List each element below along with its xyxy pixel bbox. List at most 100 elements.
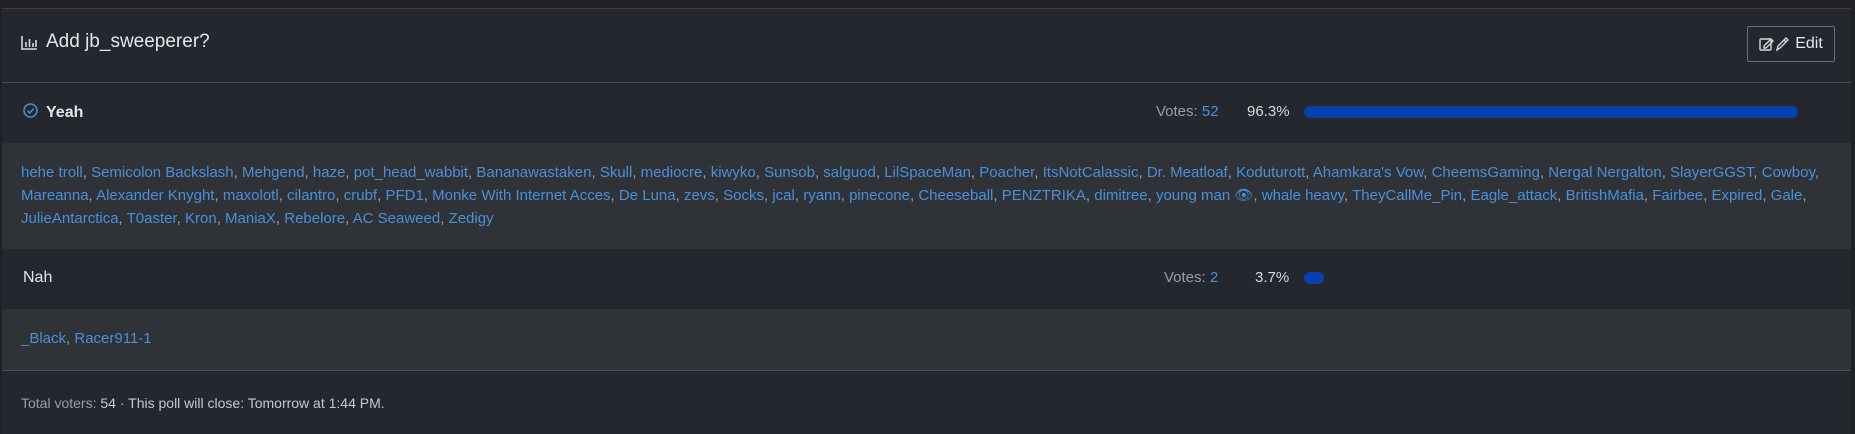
voter-link[interactable]: crubf — [344, 187, 377, 204]
voter-link[interactable]: LilSpaceMan — [884, 164, 971, 181]
voter-separator: , — [304, 164, 313, 181]
voter-link[interactable]: BritishMafia — [1566, 187, 1644, 204]
voter-link[interactable]: Sunsob — [764, 164, 815, 181]
voter-separator: , — [1557, 187, 1566, 204]
voter-separator: , — [275, 210, 285, 227]
voter-separator: , — [1762, 187, 1771, 204]
voter-separator: , — [1253, 187, 1262, 204]
voter-separator: , — [1661, 164, 1671, 181]
voter-separator: , — [233, 164, 242, 181]
voter-link[interactable]: Monke With Internet Acces — [432, 187, 610, 204]
voter-link[interactable]: maxolotl — [223, 187, 279, 204]
voter-separator: , — [1305, 164, 1313, 181]
voter-link[interactable]: Cheeseball — [918, 187, 993, 204]
poll-footer-text: Total voters: 54 · This poll will close:… — [21, 395, 385, 411]
voter-link[interactable]: mediocre — [641, 164, 703, 181]
option-percent: 3.7% — [1255, 269, 1290, 286]
voter-link[interactable]: Racer911-1 — [74, 330, 151, 347]
voter-link[interactable]: zevs — [684, 187, 715, 204]
poll-close-text: This poll will close: Tomorrow at 1:44 P… — [128, 395, 385, 411]
voter-link[interactable]: Ahamkara's Vow — [1313, 164, 1423, 181]
voter-link[interactable]: T0aster — [127, 210, 177, 227]
voter-link[interactable]: JulieAntarctica — [21, 210, 119, 227]
vote-progress-bar — [1304, 272, 1817, 284]
poll-container: Add jb_sweeperer? Edit Yeah Votes: 52 96… — [2, 8, 1851, 434]
voter-link[interactable]: Mehgend — [242, 164, 305, 181]
voter-link[interactable]: jcal — [772, 187, 795, 204]
voter-separator: , — [591, 164, 600, 181]
voter-link[interactable]: Cowboy — [1762, 164, 1815, 181]
poll-option-yeah[interactable]: Yeah Votes: 52 96.3% — [2, 83, 1851, 143]
footer-separator: · — [115, 395, 129, 411]
edit-button[interactable]: Edit — [1747, 26, 1835, 62]
voter-link[interactable]: haze — [313, 164, 346, 181]
voter-separator: , — [794, 187, 804, 204]
voter-link[interactable]: Kron — [185, 210, 217, 227]
voter-link[interactable]: SlayerGGST — [1670, 164, 1753, 181]
voter-link[interactable]: Alexander Knyght — [96, 187, 214, 204]
voter-link[interactable]: Eagle_attack — [1470, 187, 1557, 204]
voter-link[interactable]: Zedigy — [449, 210, 494, 227]
voter-link[interactable]: dimitree — [1094, 187, 1147, 204]
voter-link[interactable]: ryann — [803, 187, 841, 204]
poll-title-text: Add jb_sweeperer? — [46, 31, 210, 52]
option-label: Nah — [23, 269, 52, 287]
voter-link[interactable]: CheemsGaming — [1432, 164, 1540, 181]
voter-separator: , — [216, 210, 226, 227]
voter-separator: , — [675, 187, 684, 204]
voter-link[interactable]: Nergal Nergalton — [1548, 164, 1661, 181]
voter-link[interactable]: Gale — [1771, 187, 1803, 204]
option-percent: 96.3% — [1247, 103, 1290, 120]
vote-progress-bar — [1304, 106, 1817, 118]
votes-count[interactable]: 2 — [1210, 269, 1218, 286]
voter-link[interactable]: Socks — [723, 187, 764, 204]
option-label: Yeah — [23, 103, 83, 123]
voter-link[interactable]: kiwyko — [711, 164, 756, 181]
voter-link[interactable]: Fairbee — [1652, 187, 1703, 204]
voter-link[interactable]: Poacher — [979, 164, 1034, 181]
voter-link[interactable]: PFD1 — [385, 187, 423, 204]
voter-link[interactable]: Skull — [600, 164, 633, 181]
voter-separator: , — [1227, 164, 1237, 181]
voter-link[interactable]: whale heavy — [1262, 187, 1344, 204]
voter-link[interactable]: De Luna — [619, 187, 676, 204]
voter-separator: , — [1034, 164, 1043, 181]
check-circle-icon — [23, 103, 38, 123]
voter-link[interactable]: Dr. Meatloaf — [1147, 164, 1228, 181]
edit-icon — [1759, 36, 1790, 52]
voter-link[interactable]: ManiaX — [225, 210, 276, 227]
voter-link[interactable]: salguod — [823, 164, 876, 181]
voter-link[interactable]: PENZTRIKA — [1002, 187, 1086, 204]
voter-separator: , — [1344, 187, 1353, 204]
voter-link[interactable]: Semicolon Backslash — [91, 164, 234, 181]
voter-separator: , — [1643, 187, 1653, 204]
voter-link[interactable]: Mareanna — [21, 187, 89, 204]
voter-link[interactable]: _Black — [21, 330, 66, 347]
voter-link[interactable]: pinecone — [849, 187, 910, 204]
voter-separator: , — [1085, 187, 1095, 204]
voter-separator: , — [714, 187, 724, 204]
voter-link[interactable]: Expired — [1711, 187, 1762, 204]
votes-label: Votes: — [1164, 269, 1206, 286]
voter-separator: , — [1802, 187, 1807, 204]
votes-count[interactable]: 52 — [1202, 103, 1219, 120]
poll-footer: Total voters: 54 · This poll will close:… — [2, 370, 1851, 433]
voter-separator: , — [88, 187, 97, 204]
voter-separator: , — [1423, 164, 1432, 181]
voter-link[interactable]: Bananawastaken — [476, 164, 591, 181]
voter-link[interactable]: pot_head_wabbit — [354, 164, 468, 181]
voter-link[interactable]: ItsNotCalassic — [1043, 164, 1139, 181]
voter-link[interactable]: Rebelore — [284, 210, 345, 227]
edit-button-label: Edit — [1795, 35, 1823, 52]
voter-link[interactable]: Koduturott — [1236, 164, 1305, 181]
votes-label: Votes: — [1156, 103, 1198, 120]
voters-list-nah: _Black, Racer911-1 — [2, 309, 1851, 370]
voter-link[interactable]: TheyCallMe_Pin — [1352, 187, 1462, 204]
voter-link[interactable]: hehe troll — [21, 164, 83, 181]
voter-link[interactable]: young man 👁 — [1156, 187, 1253, 204]
voter-link[interactable]: cilantro — [287, 187, 335, 204]
poll-option-nah[interactable]: Nah Votes: 2 3.7% — [2, 249, 1851, 309]
voter-separator: , — [82, 164, 92, 181]
voter-link[interactable]: AC Seaweed — [353, 210, 441, 227]
voter-separator: , — [118, 210, 127, 227]
